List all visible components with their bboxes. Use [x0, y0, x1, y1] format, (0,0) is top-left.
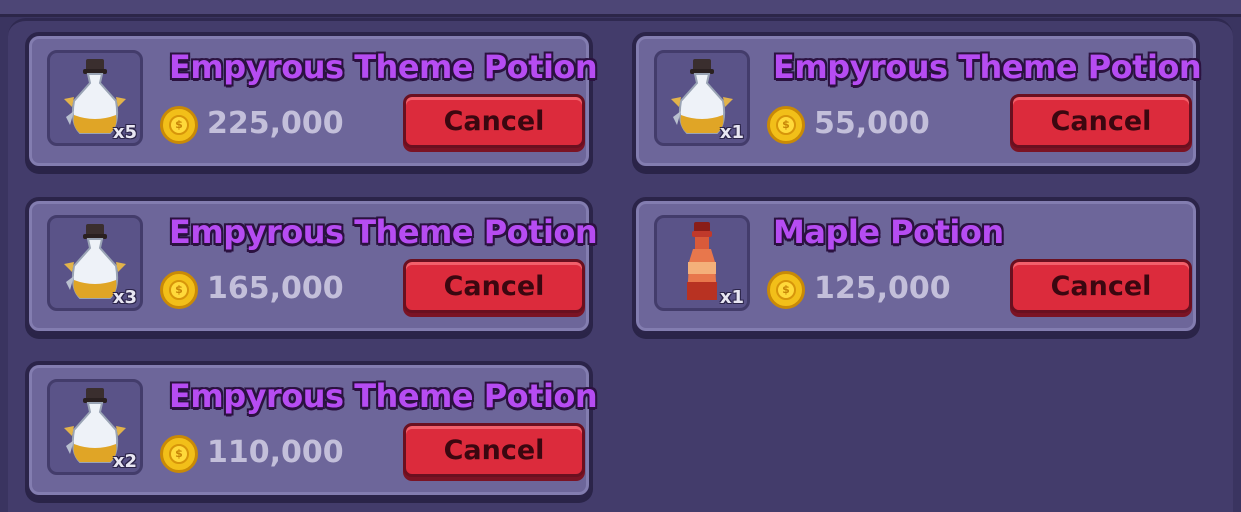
item-slot: x5 [47, 50, 143, 146]
cancel-button[interactable]: Cancel [403, 423, 585, 477]
item-name: Empyrous Theme Potion [169, 377, 598, 415]
item-price: 225,000 [207, 106, 344, 141]
item-price: 125,000 [814, 271, 951, 306]
listing-card: x3 Empyrous Theme Potion $ 165,000 Cance… [25, 197, 598, 335]
cancel-button[interactable]: Cancel [1010, 94, 1192, 148]
item-name: Empyrous Theme Potion [169, 213, 598, 251]
cancel-button[interactable]: Cancel [403, 259, 585, 313]
cancel-button[interactable]: Cancel [403, 94, 585, 148]
item-quantity: x3 [112, 287, 137, 308]
item-name: Empyrous Theme Potion [773, 48, 1202, 86]
item-quantity: x2 [112, 451, 137, 472]
gold-coin-icon: $ [160, 106, 198, 144]
item-quantity: x5 [112, 122, 137, 143]
listing-card: x2 Empyrous Theme Potion $ 110,000 Cance… [25, 361, 598, 499]
listing-card: x1 Maple Potion $ 125,000 Cancel [632, 197, 1200, 335]
gold-coin-icon: $ [767, 271, 805, 309]
gold-coin-icon: $ [160, 435, 198, 473]
item-price: 110,000 [207, 435, 344, 470]
cancel-button[interactable]: Cancel [1010, 259, 1192, 313]
item-quantity: x1 [719, 287, 744, 308]
gold-coin-icon: $ [160, 271, 198, 309]
item-price: 55,000 [814, 106, 930, 141]
item-price: 165,000 [207, 271, 344, 306]
listing-card: x1 Empyrous Theme Potion $ 55,000 Cancel [632, 32, 1202, 170]
item-slot: x3 [47, 215, 143, 311]
listing-card: x5 Empyrous Theme Potion $ 225,000 Cance… [25, 32, 598, 170]
item-name: Maple Potion [773, 213, 1004, 251]
item-slot: x1 [654, 50, 750, 146]
item-slot: x1 [654, 215, 750, 311]
top-strip [0, 0, 1241, 17]
item-name: Empyrous Theme Potion [169, 48, 598, 86]
item-slot: x2 [47, 379, 143, 475]
item-quantity: x1 [719, 122, 744, 143]
gold-coin-icon: $ [767, 106, 805, 144]
